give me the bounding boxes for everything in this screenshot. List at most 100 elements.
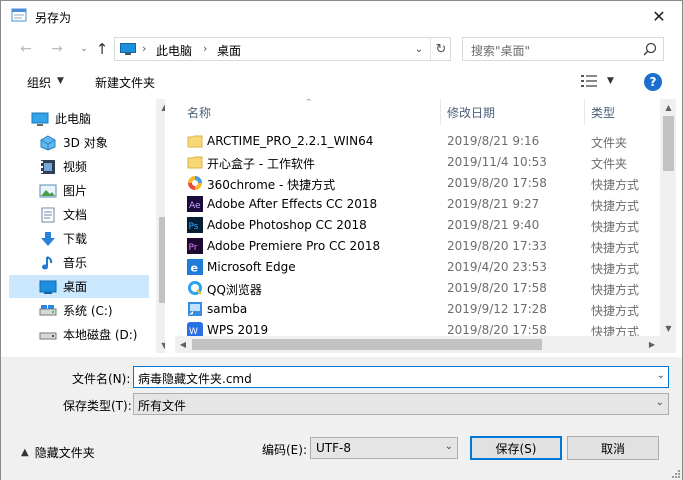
file-date: 2019/9/12 17:28 bbox=[447, 302, 547, 316]
music-icon bbox=[42, 255, 53, 269]
back-button[interactable]: ← bbox=[16, 39, 36, 59]
nav-item-label: 文档 bbox=[63, 208, 88, 222]
chevron-down-icon: ⌄ bbox=[655, 397, 664, 408]
folder-icon bbox=[187, 135, 203, 148]
nav-item-drive-d[interactable]: 本地磁盘 (D:) bbox=[9, 323, 149, 346]
scroll-left-icon[interactable]: ◀ bbox=[175, 336, 191, 353]
documents-icon bbox=[41, 207, 55, 222]
file-row[interactable]: ARCTIME_PRO_2.2.1_WIN64 2019/8/21 9:16 文… bbox=[175, 131, 660, 152]
column-header-name[interactable]: 名称 bbox=[187, 99, 437, 125]
scroll-up-icon[interactable]: ▲ bbox=[156, 99, 165, 115]
chevron-down-icon[interactable]: ⌄ bbox=[657, 370, 665, 381]
filename-field[interactable]: 病毒隐藏文件夹.cmd ⌄ bbox=[133, 366, 669, 388]
search-placeholder: 搜索"桌面" bbox=[471, 44, 531, 58]
nav-item-documents[interactable]: 文档 bbox=[9, 203, 149, 226]
encoding-label: 编码(E): bbox=[262, 443, 307, 457]
nav-item-downloads[interactable]: 下载 bbox=[9, 227, 149, 250]
forward-button[interactable]: → bbox=[47, 39, 67, 59]
scroll-down-icon[interactable]: ▼ bbox=[156, 337, 165, 353]
column-header-type[interactable]: 类型 bbox=[591, 99, 659, 125]
chevron-down-icon: ⌄ bbox=[414, 43, 424, 55]
column-divider[interactable] bbox=[584, 99, 585, 125]
computer-icon bbox=[120, 43, 136, 55]
search-input[interactable]: 搜索"桌面" bbox=[462, 37, 664, 61]
filename-value: 病毒隐藏文件夹.cmd bbox=[138, 372, 252, 386]
column-header-label: 修改日期 bbox=[447, 105, 496, 120]
nav-item-3d-objects[interactable]: 3D 对象 bbox=[9, 131, 149, 154]
breadcrumb-desktop[interactable]: 桌面 bbox=[217, 42, 241, 59]
caret-down-icon: ▼ bbox=[57, 76, 64, 86]
file-name: WPS 2019 bbox=[207, 323, 269, 337]
svg-text:Pr: Pr bbox=[189, 243, 198, 253]
filetype-select[interactable]: 所有文件 ⌄ bbox=[133, 393, 669, 415]
encoding-value: UTF-8 bbox=[316, 441, 351, 455]
file-row[interactable]: e Microsoft Edge 2019/4/20 23:53 快捷方式 bbox=[175, 257, 660, 278]
address-bar[interactable]: › 此电脑 › 桌面 ⌄ ↻ bbox=[114, 37, 451, 61]
column-header-date[interactable]: 修改日期 bbox=[447, 99, 583, 125]
file-type: 文件夹 bbox=[591, 136, 628, 150]
scroll-thumb[interactable] bbox=[663, 116, 674, 171]
file-list-horizontal-scrollbar[interactable]: ◀ ▶ bbox=[175, 336, 660, 353]
scroll-thumb[interactable] bbox=[159, 217, 165, 303]
title-bar[interactable]: 另存为 ✕ bbox=[1, 1, 682, 31]
nav-item-label: 桌面 bbox=[63, 280, 88, 294]
nav-item-label: 下载 bbox=[63, 232, 88, 246]
column-header-label: 类型 bbox=[591, 105, 616, 120]
close-button[interactable]: ✕ bbox=[636, 1, 682, 31]
nav-item-this-pc[interactable]: 此电脑 bbox=[9, 107, 149, 130]
save-button[interactable]: 保存(S) bbox=[470, 436, 562, 460]
filename-label: 文件名(N): bbox=[72, 372, 131, 386]
file-row[interactable]: Ps Adobe Photoshop CC 2018 2019/8/21 9:4… bbox=[175, 215, 660, 236]
arrow-right-icon: → bbox=[51, 41, 63, 57]
nav-item-music[interactable]: 音乐 bbox=[9, 251, 149, 274]
window-title: 另存为 bbox=[35, 11, 72, 25]
nav-item-desktop[interactable]: 桌面 bbox=[9, 275, 149, 298]
file-row[interactable]: samba 2019/9/12 17:28 快捷方式 bbox=[175, 299, 660, 320]
file-date: 2019/8/20 17:58 bbox=[447, 323, 547, 337]
drive-d-icon bbox=[39, 332, 57, 339]
resize-grip-icon[interactable] bbox=[670, 468, 680, 478]
breadcrumb-this-pc[interactable]: 此电脑 bbox=[156, 42, 192, 59]
nav-item-label: 音乐 bbox=[63, 256, 88, 270]
file-date: 2019/8/20 17:33 bbox=[447, 239, 547, 253]
file-row[interactable]: Ae Adobe After Effects CC 2018 2019/8/21… bbox=[175, 194, 660, 215]
column-divider[interactable] bbox=[440, 99, 441, 125]
file-date: 2019/8/20 17:58 bbox=[447, 176, 547, 190]
navpane-scrollbar[interactable]: ▲ ▼ bbox=[156, 99, 165, 353]
file-row[interactable]: Pr Adobe Premiere Pro CC 2018 2019/8/20 … bbox=[175, 236, 660, 257]
scroll-up-icon[interactable]: ▲ bbox=[660, 99, 676, 115]
file-list-vertical-scrollbar[interactable]: ▲ ▼ bbox=[660, 99, 676, 353]
scroll-right-icon[interactable]: ▶ bbox=[644, 336, 660, 353]
nav-item-pictures[interactable]: 图片 bbox=[9, 179, 149, 202]
organize-button[interactable]: 组织 bbox=[27, 74, 51, 91]
address-dropdown-button[interactable]: ⌄ bbox=[412, 41, 426, 57]
file-row[interactable]: 开心盒子 - 工作软件 2019/11/4 10:53 文件夹 bbox=[175, 152, 660, 173]
file-type: 文件夹 bbox=[591, 157, 628, 171]
nav-item-label: 此电脑 bbox=[55, 112, 92, 126]
recent-locations-button[interactable]: ⌄ bbox=[74, 39, 94, 59]
file-row[interactable]: QQ浏览器 2019/8/20 17:58 快捷方式 bbox=[175, 278, 660, 299]
hide-folders-toggle[interactable]: ▲ 隐藏文件夹 bbox=[21, 444, 95, 461]
file-name: Microsoft Edge bbox=[207, 260, 296, 274]
up-button[interactable]: ↑ bbox=[92, 39, 112, 59]
scroll-down-icon[interactable]: ▼ bbox=[660, 320, 676, 336]
filetype-value: 所有文件 bbox=[138, 399, 187, 413]
caret-down-icon[interactable]: ▼ bbox=[607, 76, 614, 86]
file-row[interactable]: 360chrome - 快捷方式 2019/8/20 17:58 快捷方式 bbox=[175, 173, 660, 194]
help-button[interactable]: ? bbox=[644, 73, 662, 91]
nav-item-videos[interactable]: 视频 bbox=[9, 155, 149, 178]
nav-item-drive-c[interactable]: 系统 (C:) bbox=[9, 299, 149, 322]
file-date: 2019/8/21 9:16 bbox=[447, 134, 540, 148]
chevron-up-icon: ▲ bbox=[21, 447, 29, 458]
cancel-button[interactable]: 取消 bbox=[567, 436, 659, 460]
new-folder-button[interactable]: 新建文件夹 bbox=[95, 74, 155, 91]
after-effects-icon: Ae bbox=[187, 196, 203, 212]
column-header-label: 名称 bbox=[187, 105, 212, 120]
view-options-icon[interactable] bbox=[581, 74, 597, 88]
save-as-dialog: 另存为 ✕ ← → ⌄ ↑ › 此电脑 › 桌面 ⌄ ↻ 搜索"桌面" 组织 ▼… bbox=[0, 0, 683, 480]
refresh-button[interactable]: ↻ bbox=[430, 38, 451, 60]
cancel-button-label: 取消 bbox=[600, 441, 625, 456]
encoding-select[interactable]: UTF-8 ⌄ bbox=[310, 437, 458, 459]
scroll-thumb[interactable] bbox=[192, 339, 542, 350]
filetype-label: 保存类型(T): bbox=[63, 399, 132, 413]
